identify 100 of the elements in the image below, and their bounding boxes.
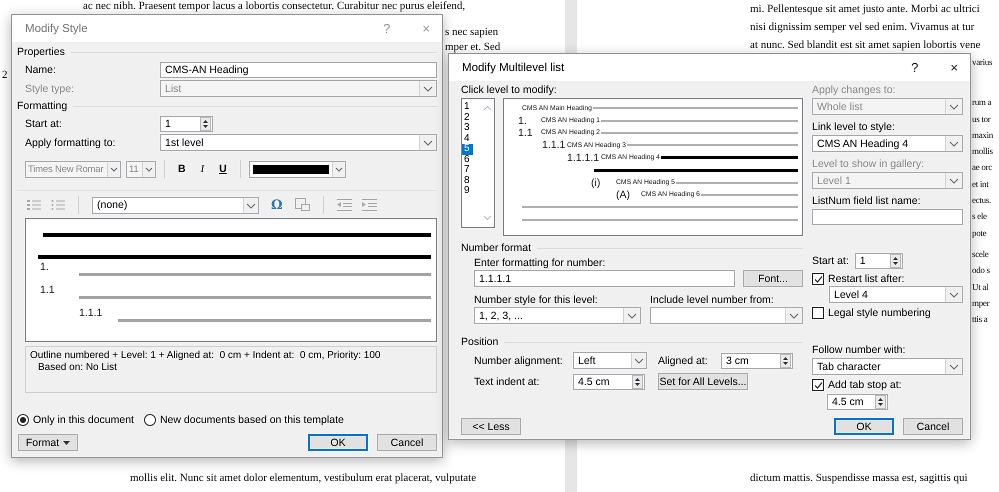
preview-number: 1.1 [40,284,56,296]
chevron-down-icon [945,287,962,302]
chevron-down-icon [107,162,120,176]
bold-button[interactable]: B [173,163,191,175]
name-input-field[interactable]: CMS-AN Heading [160,62,437,78]
document-text-line: mollis elit. Nunc sit amet dolor elementum, vestibulum erat placerat, vulputate [129,471,478,486]
font-color-dropdown[interactable] [248,160,346,178]
checkbox[interactable] [812,379,824,391]
level-list[interactable]: 1 2 3 4 5 6 7 8 9 [461,98,495,228]
field-label: Name: [25,64,57,76]
radio-button[interactable] [17,414,29,426]
field-label: Apply formatting to: [25,136,116,148]
insert-symbol-button[interactable]: Ω [269,198,285,212]
field-label: ListNum field list name: [812,194,922,208]
chevron-down-icon [785,308,802,323]
aligned-at-spin-field[interactable]: 3 cm [721,352,793,368]
document-text-line: dictum mattis. Suspendisse massa est, sagittis qui [749,471,969,486]
help-button[interactable]: ? [905,60,924,75]
radio-button[interactable] [144,414,156,426]
close-button[interactable]: × [944,60,964,75]
document-text-fragment: ttis a [972,313,988,326]
chevron-down-icon [623,308,640,323]
level-item[interactable]: 2 [462,112,473,123]
ok-button[interactable]: OK [308,434,368,451]
level-item[interactable]: 6 [462,154,473,165]
up-down-arrows-icon[interactable] [875,395,886,409]
document-text-line: at nunc. Sed blandit est sit amet sapien lobortis vene [749,38,982,53]
ok-button[interactable]: OK [834,418,894,435]
document-text-fragment: ectus. [972,194,992,208]
restart-level-dropdown[interactable]: Level 4 [829,286,963,303]
field-label: Style type: [25,82,76,94]
up-down-arrows-icon[interactable] [632,374,643,388]
up-down-arrows-icon[interactable] [200,116,211,130]
format-menu-button[interactable]: Format [18,434,78,451]
document-text-fragment: et int [972,178,990,191]
section-heading: Number format [461,242,532,254]
set-for-all-levels-button[interactable]: Set for All Levels... [658,373,748,390]
description-text: Outline numbered + Level: 1 + Aligned at: 0 cm + Indent at: 0 cm, Priority: 100 [30,350,382,362]
description-text: Based on: No List [37,362,118,374]
level-item[interactable]: 3 [462,123,473,134]
section-heading: Properties [17,46,65,58]
up-down-arrows-icon[interactable] [890,254,901,268]
field-label: Include level number from: [650,293,775,307]
number-format-input-field[interactable]: 1.1.1.1 [474,270,735,287]
level-item[interactable]: 1 [462,102,473,112]
checkbox-label[interactable]: Legal style numbering [828,307,931,319]
apply-formatting-dropdown[interactable]: 1st level [160,134,437,151]
chevron-down-icon [945,173,962,188]
less-button[interactable]: << Less [461,418,521,435]
chevron-down-icon [332,162,345,176]
number-style-dropdown[interactable]: 1, 2, 3, ... [474,307,641,324]
checkbox-label[interactable]: Add tab stop at: [828,379,902,391]
field-label: Follow number with: [812,343,906,357]
follow-number-dropdown[interactable]: Tab character [812,358,963,375]
start-at-spin-field[interactable]: 1 [160,116,213,132]
preview-number: 1.1.1 [79,307,104,319]
level-item[interactable]: 5 [462,144,473,154]
document-text-fragment: mollis [972,145,994,158]
underline-button[interactable]: U [214,163,232,175]
link-level-dropdown[interactable]: CMS AN Heading 4 [812,135,963,152]
field-label: Number alignment: [474,354,564,366]
number-alignment-dropdown[interactable]: Left [573,352,647,369]
preview-number: 1.1.1.1 [567,152,600,164]
radio-label[interactable]: Only in this document [33,414,134,426]
italic-button[interactable]: I [196,164,210,174]
document-text-fragment: varius [972,56,994,69]
field-label: Level to show in gallery: [812,157,926,171]
chevron-down-icon [243,198,258,212]
level-item[interactable]: 7 [462,165,473,176]
chevron-down-icon [142,162,155,176]
level-item[interactable]: 4 [462,134,473,144]
tab-stop-spin-field[interactable]: 4.5 cm [827,394,888,410]
dialog-title: Modify Multilevel list [462,62,564,74]
field-label: Aligned at: [658,354,709,366]
radio-label[interactable]: New documents based on this template [160,414,344,426]
chevron-down-icon [945,99,962,114]
start-at-spin-field[interactable]: 1 [854,253,903,269]
checkbox[interactable] [812,273,824,285]
listnum-input-field[interactable] [812,209,963,225]
section-heading: Formatting [17,100,68,112]
cancel-button[interactable]: Cancel [377,434,437,451]
text-indent-spin-field[interactable]: 4.5 cm [573,374,645,390]
preview-number: (i) [591,176,602,189]
caret-icon [63,440,70,444]
up-down-arrows-icon[interactable] [780,354,791,368]
level-item[interactable]: 8 [462,176,473,186]
dialog-title: Modify Style [25,22,88,34]
preview-number: (A) [616,188,631,201]
document-text-fragment: odo s [972,264,991,278]
field-label: Apply changes to: [812,83,896,97]
checkbox-label[interactable]: Restart list after: [828,273,904,285]
chevron-down-icon [631,353,646,368]
font-button[interactable]: Font... [743,270,803,287]
field-label: Click level to modify: [461,83,558,97]
level-item[interactable]: 9 [462,186,473,196]
checkbox[interactable] [812,307,824,319]
field-label: Text indent at: [474,376,540,388]
list-style-dropdown[interactable]: (none) [92,196,259,214]
cancel-button[interactable]: Cancel [903,418,963,435]
document-text-fragment: us tor [972,112,992,126]
